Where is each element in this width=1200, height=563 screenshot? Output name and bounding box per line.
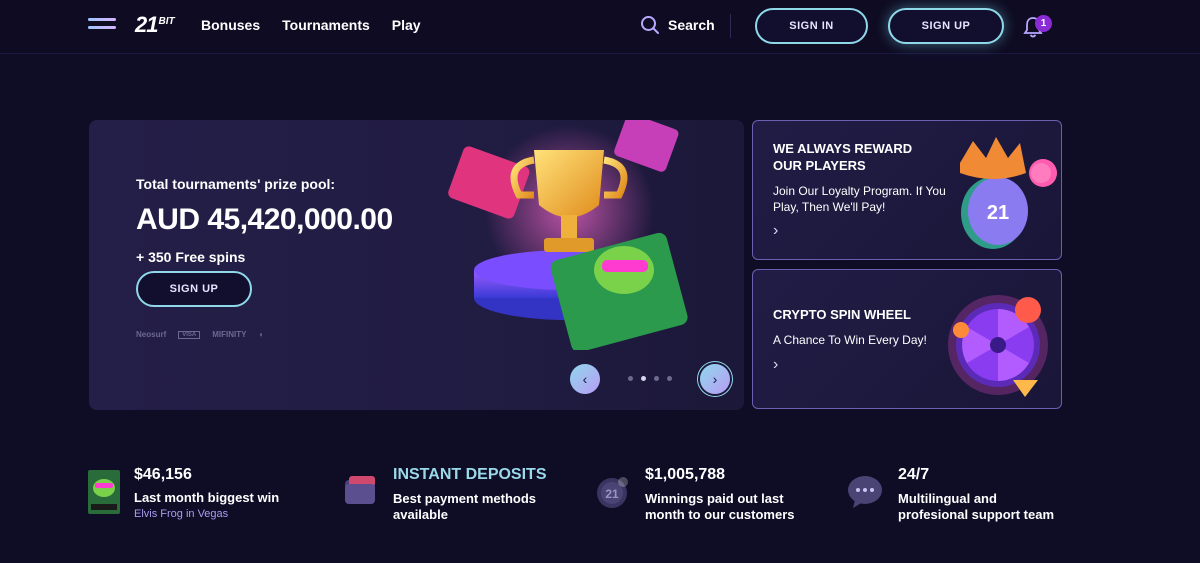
payment-logos: Neosurf VISA MIFINITY ◖ — [136, 330, 263, 339]
spin-wheel-card[interactable]: CRYPTO SPIN WHEEL A Chance To Win Every … — [752, 269, 1062, 409]
chevron-right-icon[interactable]: › — [773, 356, 778, 374]
nav-bonuses[interactable]: Bonuses — [201, 17, 260, 33]
nav-tournaments[interactable]: Tournaments — [282, 17, 370, 33]
hero-prize-amount: AUD 45,420,000.00 — [136, 203, 393, 236]
nav-play[interactable]: Play — [392, 17, 421, 33]
loyalty-card-text: Join Our Loyalty Program. If You Play, T… — [773, 184, 946, 214]
neosurf-logo: Neosurf — [136, 330, 167, 339]
stat-label: Best payment methods available — [393, 491, 537, 522]
loyalty-card[interactable]: WE ALWAYS REWARD OUR PLAYERS Join Our Lo… — [752, 120, 1062, 260]
wallet-icon — [345, 476, 375, 504]
stat-value: $46,156 — [134, 466, 192, 483]
slider-prev-button[interactable]: ‹ — [570, 364, 600, 394]
slider-dot[interactable] — [628, 376, 633, 381]
stat-value: INSTANT DEPOSITS — [393, 466, 547, 483]
slider-dot-active[interactable] — [641, 376, 646, 381]
game-link[interactable]: Elvis Frog in Vegas — [134, 508, 228, 520]
visa-logo: VISA — [178, 330, 201, 339]
stat-value: 24/7 — [898, 466, 930, 483]
stat-label: Last month biggest win — [134, 490, 280, 505]
search-label: Search — [668, 17, 715, 33]
mifinity-logo: MIFINITY — [212, 330, 247, 339]
slider-next-button[interactable]: › — [700, 364, 730, 394]
chip-label: 21 — [987, 202, 1009, 224]
notification-badge: 1 — [1035, 15, 1052, 32]
search-icon — [641, 16, 659, 34]
search-button[interactable]: Search — [640, 15, 715, 35]
slot-thumbnail-icon[interactable] — [88, 470, 120, 514]
slider-dot[interactable] — [667, 376, 672, 381]
sign-in-button[interactable]: SIGN IN — [755, 8, 868, 44]
sign-up-button[interactable]: SIGN UP — [888, 8, 1004, 44]
hero-free-spins: + 350 Free spins — [136, 249, 246, 265]
stat-value: $1,005,788 — [645, 466, 726, 483]
loyalty-card-title: WE ALWAYS REWARD OUR PLAYERS — [773, 141, 913, 173]
menu-burger-icon[interactable] — [88, 16, 118, 36]
slider-dots — [628, 376, 672, 381]
coin-icon: 21 — [597, 477, 628, 508]
hero-sign-up-button[interactable]: SIGN UP — [136, 271, 252, 307]
crown-chip-illustration: 21 — [960, 137, 1057, 249]
site-logo[interactable]: 21BIT — [135, 12, 175, 38]
top-header: 21BIT Bonuses Tournaments Play Search SI… — [0, 0, 1200, 54]
stat-label: Winnings paid out last month to our cust… — [645, 491, 795, 522]
chevron-right-icon[interactable]: › — [773, 222, 778, 240]
svg-text:21: 21 — [605, 487, 619, 501]
hero-subtitle: Total tournaments' prize pool: — [136, 176, 336, 192]
chat-bubble-icon — [848, 476, 882, 508]
spin-wheel-card-title: CRYPTO SPIN WHEEL — [773, 307, 911, 322]
slider-dot[interactable] — [654, 376, 659, 381]
hero-banner: Total tournaments' prize pool: AUD 45,42… — [89, 120, 744, 410]
stat-label: Multilingual and profesional support tea… — [898, 491, 1055, 522]
trophy-illustration — [448, 120, 688, 350]
header-divider — [730, 14, 731, 38]
spin-wheel-card-text: A Chance To Win Every Day! — [773, 333, 927, 347]
main-nav: Bonuses Tournaments Play — [201, 17, 421, 33]
spin-wheel-illustration — [948, 295, 1048, 397]
crypto-logo-icon: ◖ — [258, 330, 264, 339]
